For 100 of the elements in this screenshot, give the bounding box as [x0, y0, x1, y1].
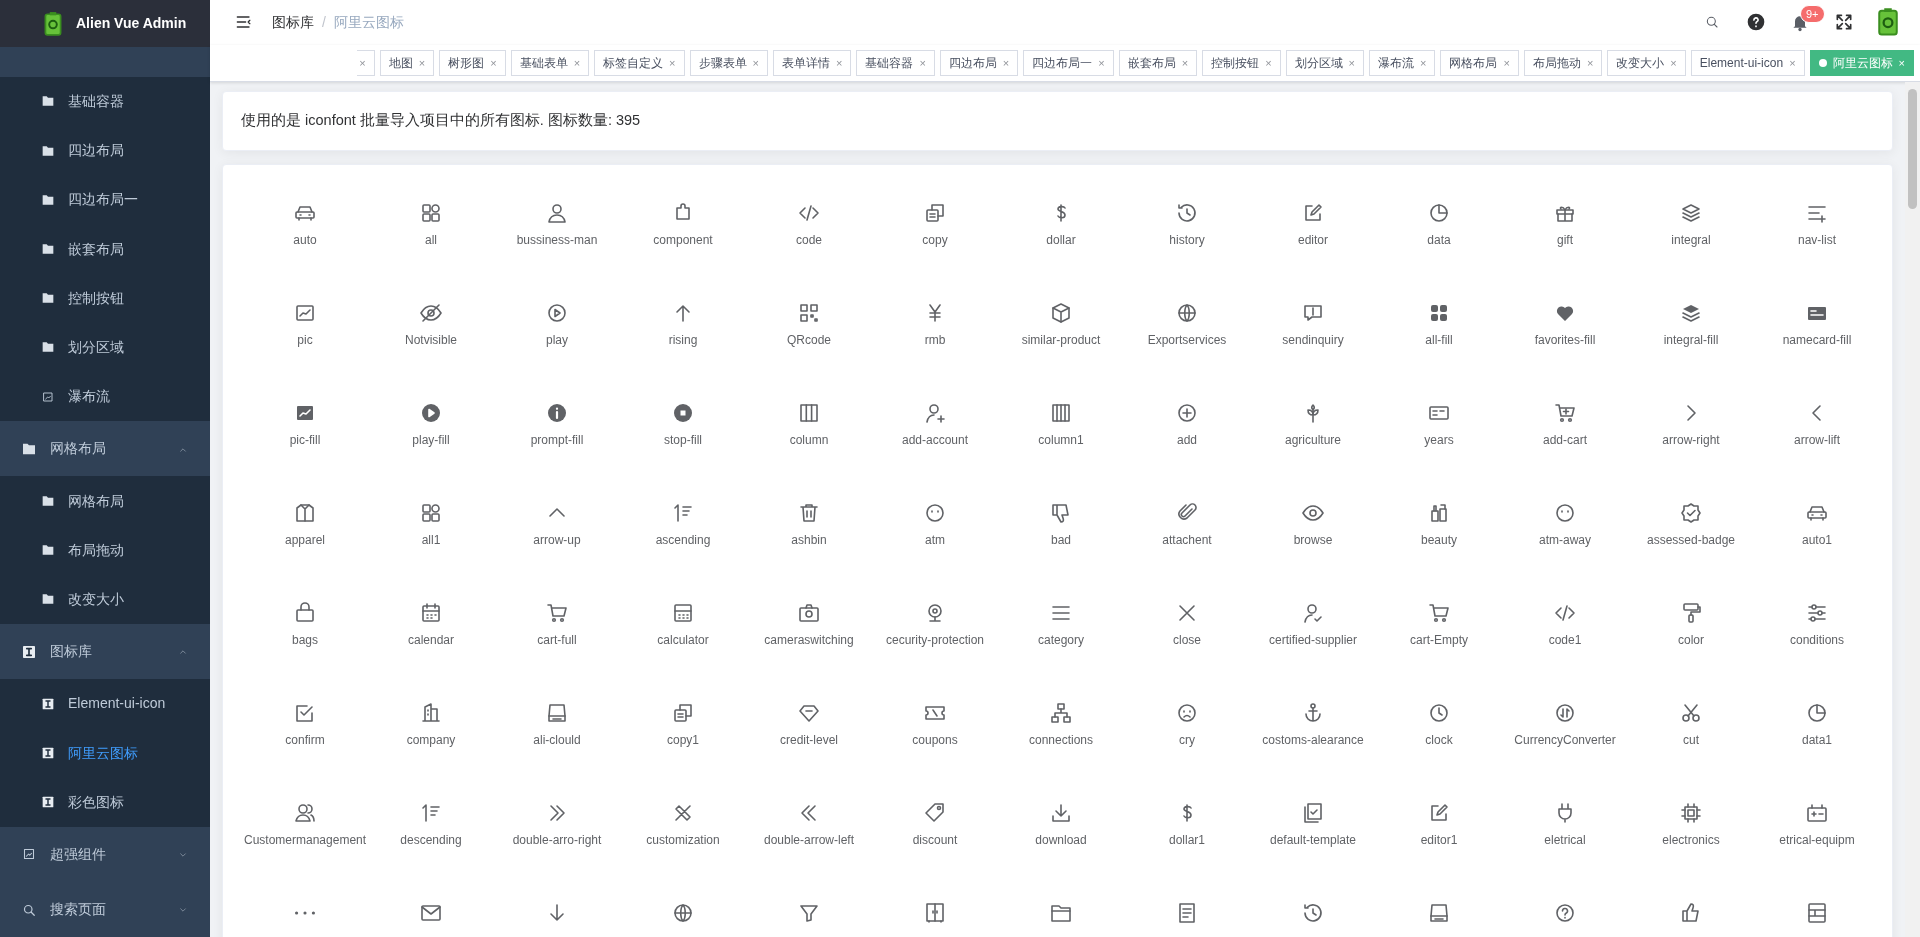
chip-icon — [1679, 800, 1703, 825]
menu-item[interactable]: 布局拖动 — [0, 525, 210, 575]
icon-label: arrow-lift — [1794, 432, 1840, 448]
icon-label: data — [1427, 232, 1451, 248]
breadcrumb-item: 阿里云图标 — [333, 12, 404, 32]
menu-item[interactable]: 四边布局 — [0, 126, 210, 176]
icon-label: beauty — [1421, 532, 1457, 548]
scrollbar-thumb[interactable] — [1908, 88, 1917, 209]
icon-label: cart-full — [537, 632, 577, 648]
menu-group[interactable]: 搜索页面 — [0, 882, 210, 937]
icon-label: ascending — [655, 532, 711, 548]
icon-label: integral — [1671, 232, 1711, 248]
icon-label: rmb — [924, 332, 946, 348]
icon-label: all — [425, 232, 437, 248]
icon-label: dollar — [1046, 232, 1076, 248]
tab[interactable]: 划分区域 × — [1285, 49, 1364, 76]
icon-label: cameraswitching — [764, 632, 854, 648]
icon-label: costoms-alearance — [1262, 732, 1364, 748]
fullscreen-icon — [1834, 12, 1854, 33]
menu-item[interactable]: 嵌套布局 — [0, 224, 210, 274]
tab[interactable]: 树形图 × — [439, 49, 506, 76]
icon-label: nav-list — [1798, 232, 1836, 248]
icon-label: bussiness-man — [516, 232, 598, 248]
icon-label: bad — [1051, 532, 1071, 548]
menu-item[interactable]: 改变大小 — [0, 574, 210, 625]
icon-label: arrow-up — [533, 532, 581, 548]
calendar-icon — [419, 600, 443, 625]
building-icon — [419, 700, 443, 725]
tab[interactable]: 四边布局一 × — [1023, 49, 1114, 76]
icon-label: conditions — [1789, 632, 1844, 648]
scrollbar[interactable] — [1905, 81, 1920, 937]
tab[interactable]: 标签自定义 × — [594, 49, 685, 76]
icon-label: integral-fill — [1663, 332, 1719, 348]
icon-label: cart-Empty — [1410, 632, 1468, 648]
tab[interactable]: 改变大小 × — [1607, 49, 1686, 76]
icon-label: browse — [1293, 532, 1333, 548]
menu-item[interactable]: 基础容器 — [0, 76, 210, 126]
icon-label: sendinquiry — [1282, 332, 1344, 348]
icon-label: arrow-right — [1662, 432, 1720, 448]
icon-label: data1 — [1802, 732, 1832, 748]
icon-label: category — [1038, 632, 1084, 648]
icon-label: ashbin — [791, 532, 827, 548]
icon-label: eletrical — [1544, 832, 1586, 848]
icon-label: bags — [292, 632, 318, 648]
icon-label: similar-product — [1021, 332, 1101, 348]
icon-label: calculator — [657, 632, 709, 648]
icon-label: play — [546, 332, 568, 348]
menu-group[interactable]: 网格布局 — [0, 421, 210, 477]
icon-label: agriculture — [1285, 432, 1341, 448]
doc-check-icon — [1301, 800, 1325, 825]
breadcrumb-separator: / — [322, 12, 326, 32]
menu-item[interactable]: 网格布局 — [0, 476, 210, 526]
icon-label: auto — [293, 232, 317, 248]
menu-group[interactable]: 图标库 — [0, 624, 210, 680]
box-icon — [1049, 300, 1073, 325]
icon-label: company — [406, 732, 456, 748]
icon-label: CurrencyConverter — [1514, 732, 1616, 748]
menu-item[interactable]: 控制按钮 — [0, 273, 210, 323]
tab[interactable]: 地图 × — [379, 49, 435, 76]
icon-label: all-fill — [1425, 332, 1453, 348]
icon-label: add-account — [901, 432, 968, 448]
icon-label: certified-supplier — [1268, 632, 1357, 648]
menu-item[interactable]: 彩色图标 — [0, 777, 210, 827]
breadcrumb-item[interactable]: 图标库 — [272, 11, 314, 33]
icon-label: stop-fill — [664, 432, 702, 448]
menu-group[interactable]: 超强组件 — [0, 826, 210, 882]
tab[interactable]: 布局拖动 × — [1523, 49, 1603, 76]
icon-label: add — [1177, 432, 1197, 448]
menu-item[interactable]: 四边布局一 — [0, 175, 210, 225]
menu-item[interactable]: Element-ui-icon — [0, 679, 210, 729]
tab[interactable]: 控制按钮 × — [1202, 49, 1281, 76]
icon-label: discount — [912, 832, 958, 848]
icon-label: editor — [1298, 232, 1328, 248]
menu-item[interactable]: 瀑布流 — [0, 372, 210, 422]
icon-label: namecard-fill — [1782, 332, 1852, 348]
tab[interactable]: 网格布局 × — [1440, 49, 1519, 76]
tab[interactable]: 基础表单 × — [510, 49, 590, 76]
icon-label: editor1 — [1420, 832, 1458, 848]
door-icon — [923, 900, 947, 925]
tab[interactable]: 表单详情 × — [772, 49, 852, 76]
icon-label: double-arro-right — [512, 832, 602, 848]
icon-label: electronics — [1662, 832, 1720, 848]
tab[interactable]: 嵌套布局 × — [1118, 49, 1198, 76]
tab[interactable]: 瀑布流 × — [1369, 49, 1436, 76]
icon-label: Customermanagement — [244, 832, 366, 848]
icon-label: column1 — [1038, 432, 1084, 448]
menu-item[interactable]: 阿里云图标 — [0, 728, 210, 778]
info-text: 使用的是 iconfont 批量导入项目中的所有图标. 图标数量: 395 — [241, 111, 641, 128]
tab[interactable]: 基础容器 × — [856, 49, 935, 76]
tab[interactable]: 步骤表单 × — [689, 49, 768, 76]
icon-label: all1 — [421, 532, 441, 548]
tab[interactable]: Element-ui-icon × — [1690, 49, 1805, 76]
tab[interactable]: 四边布局 × — [939, 49, 1019, 76]
menu-item[interactable]: 划分区域 — [0, 322, 210, 373]
icon-label: prompt-fill — [530, 432, 584, 448]
icon-label: pic-fill — [289, 432, 321, 448]
icon-label: credit-level — [780, 732, 838, 748]
icon-label: component — [653, 232, 713, 248]
icon-label: cut — [1683, 732, 1699, 748]
icon-label: copy — [922, 232, 948, 248]
